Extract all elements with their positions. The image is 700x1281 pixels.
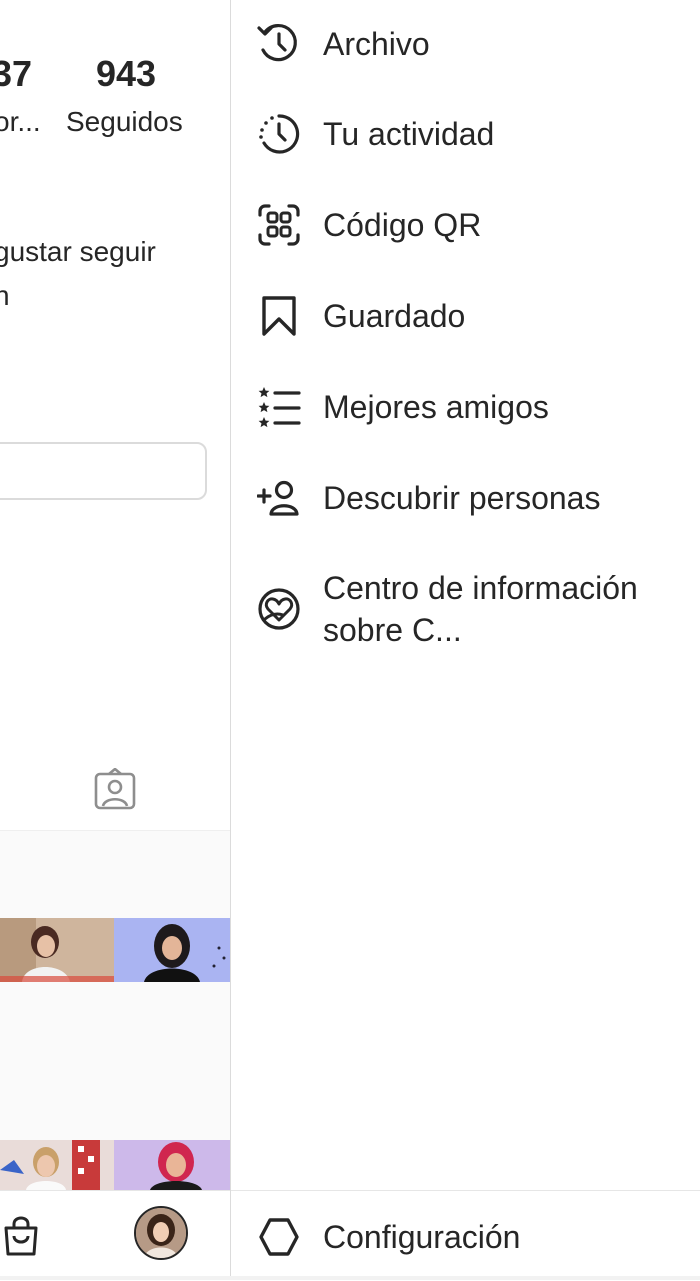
menu-item-label: Código QR [323, 207, 482, 243]
menu-item-label: Descubrir personas [323, 480, 601, 516]
post-thumbnail[interactable] [114, 918, 230, 982]
bio-line-1: gustar seguir [0, 236, 156, 267]
add-person-icon [257, 480, 299, 516]
menu-item-your-activity[interactable]: Tu actividad [231, 90, 700, 180]
menu-item-label: Mejores amigos [323, 389, 549, 425]
edit-profile-button[interactable] [0, 442, 207, 500]
menu-item-information-center[interactable]: Centro de información sobre C... [231, 545, 700, 665]
post-thumbnail[interactable] [114, 1140, 230, 1190]
following-label[interactable]: Seguidos [66, 104, 183, 140]
profile-page-background: 37 or... 943 Seguidos gustar seguir n [0, 0, 230, 1280]
qr-code-icon [258, 204, 300, 246]
menu-item-close-friends[interactable]: Mejores amigos [231, 363, 700, 453]
menu-item-saved[interactable]: Guardado [231, 272, 700, 362]
settings-footer: Configuración [231, 1190, 700, 1281]
close-friends-icon [258, 387, 301, 428]
menu-item-label: Archivo [323, 26, 430, 62]
menu-item-settings[interactable]: Configuración [231, 1191, 700, 1281]
profile-avatar[interactable] [134, 1206, 188, 1260]
covid-info-icon [258, 588, 300, 630]
menu-item-archive[interactable]: Archivo [231, 0, 700, 90]
bookmark-icon [262, 296, 296, 336]
shop-icon[interactable] [2, 1214, 40, 1258]
tagged-posts-icon[interactable] [94, 768, 136, 810]
settings-icon [259, 1218, 299, 1256]
archive-icon [257, 24, 297, 62]
side-menu-drawer: Archivo Tu actividad Código QR Guardado … [231, 0, 700, 1280]
menu-item-qr-code[interactable]: Código QR [231, 181, 700, 271]
menu-item-label: Centro de información sobre C... [323, 570, 638, 648]
menu-item-discover-people[interactable]: Descubrir personas [231, 454, 700, 544]
menu-item-label: Configuración [323, 1219, 521, 1255]
system-nav-strip [0, 1276, 700, 1280]
activity-icon [259, 114, 300, 154]
post-thumbnail[interactable] [0, 1140, 114, 1190]
posts-grid [0, 831, 230, 1191]
post-thumbnail[interactable] [0, 918, 114, 982]
followers-count[interactable]: 37 [0, 52, 32, 96]
menu-item-label: Guardado [323, 298, 466, 334]
bio-line-2: n [0, 280, 10, 311]
followers-label[interactable]: or... [0, 104, 41, 140]
following-count[interactable]: 943 [96, 52, 156, 96]
menu-item-label: Tu actividad [323, 116, 495, 152]
